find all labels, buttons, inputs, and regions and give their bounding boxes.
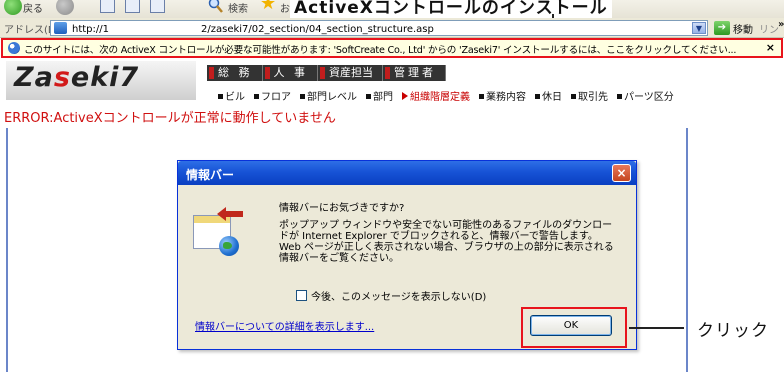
dont-show-again-checkbox[interactable] bbox=[296, 290, 307, 301]
dialog-close-icon[interactable]: × bbox=[612, 164, 631, 182]
url-suffix: 2/zaseki7/02_section/04_section_structur… bbox=[201, 24, 434, 35]
page-border-right bbox=[686, 128, 688, 372]
ok-button[interactable]: OK bbox=[530, 315, 612, 336]
information-bar-help-link[interactable]: 情報バーについての詳細を表示します... bbox=[195, 318, 374, 333]
sub-nav-item-building[interactable]: ビル bbox=[218, 88, 245, 103]
sub-nav-item-org-hierarchy[interactable]: 組織階層定義 bbox=[402, 88, 470, 103]
sub-nav-item-client[interactable]: 取引先 bbox=[571, 88, 608, 103]
url-redaction bbox=[109, 22, 201, 32]
favorites-star-icon[interactable]: ★ bbox=[260, 0, 276, 13]
logo-part-2: s bbox=[53, 62, 71, 93]
more-chevron-icon[interactable]: » bbox=[778, 19, 784, 30]
url-prefix: http://1 bbox=[72, 24, 109, 35]
nav-tab-administrator[interactable]: 管理者 bbox=[383, 65, 446, 81]
address-input[interactable]: http://1 2/zaseki7/02_section/04_section_… bbox=[50, 20, 708, 36]
site-header: Zaseki7 総 務 人 事 資産担当 管理者 ビル フロア 部門レベル 部門… bbox=[0, 59, 784, 108]
sub-nav-item-business[interactable]: 業務内容 bbox=[479, 88, 526, 103]
logo-part-3: eki7 bbox=[70, 62, 140, 93]
page-border-left bbox=[6, 128, 8, 372]
stop-icon[interactable] bbox=[100, 0, 115, 13]
refresh-icon[interactable] bbox=[125, 0, 140, 13]
dialog-titlebar[interactable]: 情報バー × bbox=[178, 161, 636, 185]
nav-tab-general-affairs[interactable]: 総 務 bbox=[207, 65, 263, 81]
information-bar[interactable]: このサイトには、次の ActiveX コントロールが必要な可能性があります: '… bbox=[1, 38, 783, 58]
dont-show-again-row[interactable]: 今後、このメッセージを表示しない(D) bbox=[296, 288, 486, 303]
sub-nav-item-floor[interactable]: フロア bbox=[254, 88, 291, 103]
dialog-question: 情報バーにお気づきですか? bbox=[279, 203, 405, 214]
nav-tab-hr[interactable]: 人 事 bbox=[262, 65, 318, 81]
go-arrow-icon[interactable]: ➔ bbox=[714, 21, 730, 35]
dont-show-again-label[interactable]: 今後、このメッセージを表示しない(D) bbox=[311, 288, 486, 303]
logo-part-1: Za bbox=[14, 62, 54, 93]
back-arrow-icon[interactable] bbox=[4, 0, 22, 15]
info-shield-icon bbox=[8, 42, 20, 54]
forward-arrow-icon[interactable] bbox=[56, 0, 74, 15]
page-favicon-icon bbox=[54, 22, 67, 34]
sub-nav-item-holiday[interactable]: 休日 bbox=[535, 88, 562, 103]
red-arrow-icon bbox=[217, 207, 243, 221]
information-bar-illustration-icon bbox=[193, 207, 245, 265]
globe-icon bbox=[219, 236, 239, 256]
zaseki7-logo: Zaseki7 bbox=[6, 61, 196, 100]
search-button-label[interactable]: 検索 bbox=[228, 0, 248, 15]
search-icon[interactable] bbox=[207, 0, 223, 13]
callout-pointer-line bbox=[629, 327, 684, 329]
sub-nav-item-dept-level[interactable]: 部門レベル bbox=[300, 88, 357, 103]
back-button-label[interactable]: 戻る bbox=[23, 0, 43, 15]
dialog-description: ポップアップ ウィンドウや安全でない可能性のあるファイルのダウンロードが Int… bbox=[279, 220, 614, 264]
click-callout-label: クリック bbox=[697, 321, 769, 341]
screenshot-stage: 戻る 検索 ★ お気に入り ActiveXコントロールのインストール アドレス(… bbox=[0, 0, 784, 372]
sub-nav-item-parts[interactable]: パーツ区分 bbox=[617, 88, 674, 103]
logo-text: Zaseki7 bbox=[14, 62, 139, 93]
sub-nav-item-department[interactable]: 部門 bbox=[366, 88, 393, 103]
information-bar-message[interactable]: このサイトには、次の ActiveX コントロールが必要な可能性があります: '… bbox=[24, 42, 736, 56]
address-dropdown-icon[interactable]: ▼ bbox=[692, 22, 706, 34]
activex-error-message: ERROR:ActiveXコントロールが正常に動作していません bbox=[4, 111, 336, 126]
address-url[interactable]: http://1 2/zaseki7/02_section/04_section_… bbox=[72, 22, 434, 35]
active-arrow-icon bbox=[402, 92, 408, 100]
home-icon[interactable] bbox=[150, 0, 165, 13]
nav-tab-asset-manager[interactable]: 資産担当 bbox=[318, 65, 383, 81]
main-nav: 総 務 人 事 資産担当 管理者 bbox=[207, 65, 446, 81]
address-bar: アドレス(D) http://1 2/zaseki7/02_section/04_… bbox=[0, 18, 784, 51]
dialog-title: 情報バー bbox=[186, 168, 235, 182]
information-bar-close-icon[interactable]: × bbox=[766, 41, 775, 54]
go-button-label[interactable]: 移動 bbox=[733, 21, 753, 36]
sub-nav: ビル フロア 部門レベル 部門 組織階層定義 業務内容 休日 取引先 パーツ区分 bbox=[218, 88, 674, 103]
tutorial-caption: ActiveXコントロールのインストール bbox=[290, 0, 612, 18]
